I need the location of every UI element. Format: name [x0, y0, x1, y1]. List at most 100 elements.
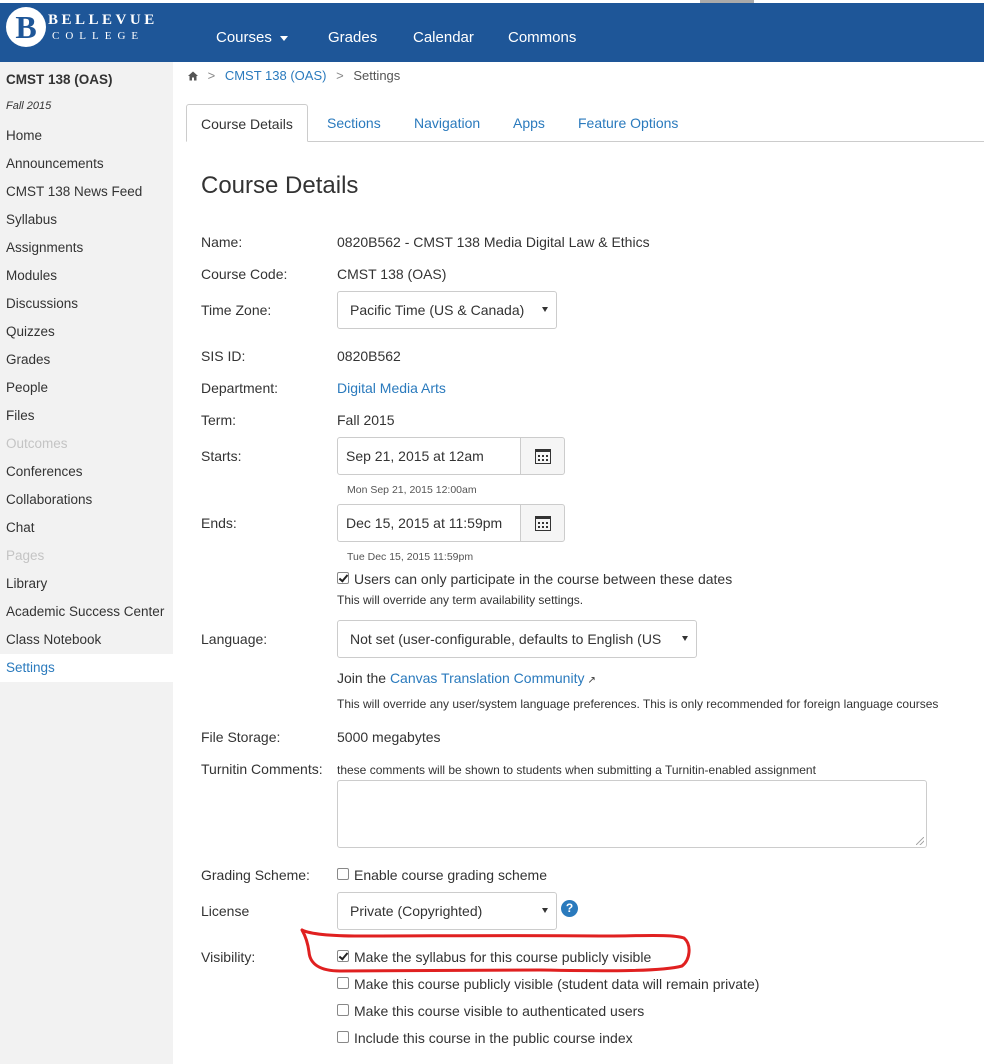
translation-community-link[interactable]: Canvas Translation Community [390, 670, 585, 686]
start-date-input[interactable]: Sep 21, 2015 at 12am [337, 437, 521, 475]
breadcrumb-current: Settings [353, 68, 401, 83]
bellevue-college-logo[interactable]: B BELLEVUE COLLEGE [6, 7, 174, 51]
tab-apps[interactable]: Apps [499, 104, 559, 142]
end-date-hint: Tue Dec 15, 2015 11:59pm [347, 551, 474, 563]
ends-label: Ends: [201, 515, 237, 531]
course-code-value: CMST 138 (OAS) [337, 266, 447, 282]
authenticated-visible-checkbox[interactable] [337, 1004, 349, 1016]
license-select[interactable]: Private (Copyrighted) [337, 892, 557, 930]
nav-courses-label: Courses [216, 29, 272, 46]
sidebar-item-class-notebook[interactable]: Class Notebook [0, 626, 173, 654]
course-sidebar: CMST 138 (OAS) Fall 2015 Home Announcemen… [0, 62, 173, 1064]
sidebar-course-title[interactable]: CMST 138 (OAS) [6, 72, 113, 87]
logo-text-line2: COLLEGE [52, 30, 145, 42]
syllabus-public-checkbox[interactable] [337, 950, 349, 962]
resize-handle-icon[interactable] [916, 837, 924, 845]
public-index-label: Include this course in the public course… [354, 1030, 633, 1046]
start-date-hint: Mon Sep 21, 2015 12:00am [347, 484, 477, 496]
nav-commons[interactable]: Commons [508, 3, 576, 65]
sidebar-item-collaborations[interactable]: Collaborations [0, 486, 173, 514]
turnitin-comments-textarea[interactable] [337, 780, 927, 848]
nav-grades[interactable]: Grades [328, 3, 377, 65]
sidebar-item-library[interactable]: Library [0, 570, 173, 598]
tab-sections[interactable]: Sections [313, 104, 395, 142]
breadcrumb-separator: > [336, 68, 344, 83]
sidebar-item-discussions[interactable]: Discussions [0, 290, 173, 318]
start-date-picker-button[interactable] [520, 437, 565, 475]
window-scroll-indicator [700, 0, 754, 3]
name-value: 0820B562 - CMST 138 Media Digital Law & … [337, 234, 650, 250]
time-zone-label: Time Zone: [201, 302, 272, 318]
breadcrumb-course-link[interactable]: CMST 138 (OAS) [225, 68, 327, 83]
breadcrumb-separator: > [207, 68, 216, 83]
language-label: Language: [201, 631, 268, 647]
logo-mark: B [6, 7, 46, 47]
end-date-picker-button[interactable] [520, 504, 565, 542]
starts-label: Starts: [201, 448, 242, 464]
sidebar-item-pages: Pages [6, 548, 45, 563]
tab-navigation[interactable]: Navigation [400, 104, 494, 142]
course-public-checkbox[interactable] [337, 977, 349, 989]
sidebar-item-assignments[interactable]: Assignments [0, 234, 173, 262]
home-icon[interactable] [188, 71, 198, 81]
license-selected: Private (Copyrighted) [350, 903, 483, 919]
course-public-label: Make this course publicly visible (stude… [354, 976, 760, 992]
department-link[interactable]: Digital Media Arts [337, 380, 446, 396]
sidebar-item-files[interactable]: Files [0, 402, 173, 430]
dropdown-arrow-icon [682, 636, 688, 641]
tab-course-details[interactable]: Course Details [186, 104, 308, 142]
dropdown-arrow-icon [542, 908, 548, 913]
turnitin-label: Turnitin Comments: [201, 761, 323, 777]
tab-feature-options[interactable]: Feature Options [564, 104, 692, 142]
turnitin-note: these comments will be shown to students… [337, 763, 816, 777]
visibility-label: Visibility: [201, 949, 256, 965]
nav-courses[interactable]: Courses [216, 3, 288, 65]
time-zone-selected: Pacific Time (US & Canada) [350, 302, 525, 318]
sidebar-item-cmst-138-news-feed[interactable]: CMST 138 News Feed [0, 178, 173, 206]
restrict-dates-label: Users can only participate in the course… [354, 571, 733, 587]
file-storage-value: 5000 megabytes [337, 729, 441, 745]
language-select[interactable]: Not set (user-configurable, defaults to … [337, 620, 697, 658]
name-label: Name: [201, 234, 243, 250]
public-index-checkbox[interactable] [337, 1031, 349, 1043]
sidebar-item-grades[interactable]: Grades [0, 346, 173, 374]
grading-scheme-checkbox-label: Enable course grading scheme [354, 867, 548, 883]
nav-calendar[interactable]: Calendar [413, 3, 474, 65]
sidebar-item-chat[interactable]: Chat [0, 514, 173, 542]
course-code-label: Course Code: [201, 266, 288, 282]
sis-id-value: 0820B562 [337, 348, 401, 364]
term-value: Fall 2015 [337, 412, 395, 428]
restrict-dates-note: This will override any term availability… [337, 593, 584, 607]
global-header: B BELLEVUE COLLEGE Courses Grades Calend… [0, 0, 984, 62]
translation-community-line: Join the Canvas Translation Community ↗ [337, 670, 596, 686]
authenticated-visible-label: Make this course visible to authenticate… [354, 1003, 645, 1019]
restrict-dates-checkbox[interactable] [337, 572, 349, 584]
sidebar-item-announcements[interactable]: Announcements [0, 150, 173, 178]
language-selected: Not set (user-configurable, defaults to … [350, 631, 662, 647]
sidebar-item-modules[interactable]: Modules [0, 262, 173, 290]
help-icon[interactable]: ? [561, 900, 578, 917]
sidebar-item-people[interactable]: People [0, 374, 173, 402]
sidebar-item-settings[interactable]: Settings [0, 654, 173, 682]
calendar-icon [535, 449, 551, 464]
grading-scheme-checkbox[interactable] [337, 868, 349, 880]
time-zone-select[interactable]: Pacific Time (US & Canada) [337, 291, 557, 329]
sidebar-item-academic-success-center[interactable]: Academic Success Center [0, 598, 173, 626]
sidebar-item-outcomes: Outcomes [6, 436, 68, 451]
page-title: Course Details [201, 172, 359, 199]
end-date-input[interactable]: Dec 15, 2015 at 11:59pm [337, 504, 521, 542]
sidebar-item-syllabus[interactable]: Syllabus [0, 206, 173, 234]
sidebar-item-conferences[interactable]: Conferences [0, 458, 173, 486]
sidebar-item-home[interactable]: Home [0, 122, 173, 150]
department-label: Department: [201, 380, 279, 396]
join-text: Join the [337, 670, 387, 686]
sidebar-item-quizzes[interactable]: Quizzes [0, 318, 173, 346]
sis-id-label: SIS ID: [201, 348, 246, 364]
external-link-icon: ↗ [587, 675, 596, 686]
license-label: License [201, 903, 250, 919]
language-note: This will override any user/system langu… [337, 697, 939, 711]
logo-text-line1: BELLEVUE [48, 12, 158, 28]
calendar-icon [535, 516, 551, 531]
grading-scheme-label: Grading Scheme: [201, 867, 310, 883]
breadcrumb: > CMST 138 (OAS) > Settings [188, 68, 400, 83]
